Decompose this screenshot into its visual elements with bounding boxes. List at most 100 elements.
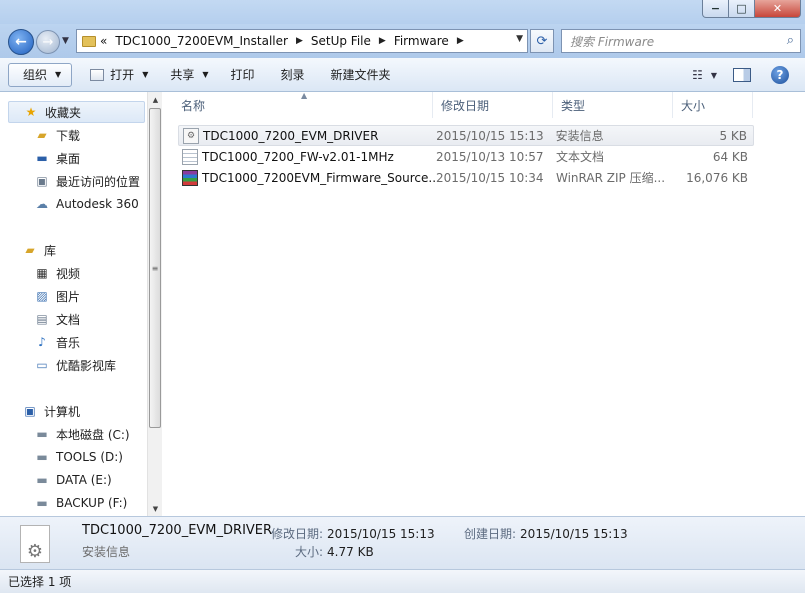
recent-pages-dropdown[interactable]: ▼	[62, 36, 69, 46]
video-icon: ▦	[36, 266, 48, 280]
organize-button[interactable]: 组织 ▼	[8, 62, 73, 87]
table-row[interactable]: TDC1000_7200EVM_Firmware_Source... 2015/…	[178, 167, 754, 188]
details-modified-label: 修改日期:	[271, 527, 324, 541]
sidebar-item-computer[interactable]: ▣ 计算机	[22, 400, 80, 422]
winrar-archive-icon	[182, 169, 198, 186]
breadcrumb-separator-icon[interactable]: ▶	[457, 36, 464, 46]
sort-ascending-icon: ▲	[301, 91, 308, 100]
sidebar-item-videos[interactable]: ▦ 视频	[34, 262, 80, 284]
scroll-down-icon[interactable]: ▼	[148, 501, 163, 516]
details-size-label: 大小:	[295, 545, 324, 559]
file-size: 64 KB	[712, 149, 748, 164]
sidebar-item-label: 收藏夹	[45, 105, 82, 120]
organize-label: 组织	[23, 68, 48, 82]
sidebar-item-favorites[interactable]: ★ 收藏夹	[8, 101, 145, 123]
sidebar-item-music[interactable]: ♪ 音乐	[34, 331, 80, 353]
chevron-down-icon: ▼	[202, 70, 209, 79]
breadcrumb-item-installer[interactable]: TDC1000_7200EVM_Installer	[115, 34, 288, 48]
open-label: 打开	[110, 68, 135, 82]
sidebar-item-youku-library[interactable]: ▭ 优酷影视库	[34, 354, 116, 376]
column-header-type[interactable]: 类型	[553, 92, 673, 118]
maximize-button[interactable]: □	[729, 0, 755, 18]
file-size: 16,076 KB	[686, 170, 748, 185]
sidebar-item-pictures[interactable]: ▨ 图片	[34, 285, 80, 307]
sidebar-item-downloads[interactable]: ▰ 下载	[34, 124, 80, 146]
sidebar-item-label: 图片	[56, 289, 81, 304]
minimize-button[interactable]: −	[702, 0, 729, 18]
pictures-icon: ▨	[36, 289, 48, 303]
search-placeholder: 搜索 Firmware	[570, 34, 655, 49]
sidebar-item-drive-c[interactable]: ▬ 本地磁盘 (C:)	[34, 423, 129, 445]
column-headers: 名称 ▲ 修改日期 类型 大小	[163, 91, 805, 118]
sidebar-item-drive-d[interactable]: ▬ TOOLS (D:)	[34, 446, 123, 468]
address-bar[interactable]: « TDC1000_7200EVM_Installer ▶ SetUp File…	[76, 29, 528, 53]
breadcrumb-separator-icon[interactable]: ▶	[379, 36, 386, 46]
breadcrumb-separator-icon[interactable]: ▶	[296, 36, 303, 46]
file-name: TDC1000_7200_FW-v2.01-1MHz	[202, 149, 394, 164]
sidebar-item-desktop[interactable]: ▬ 桌面	[34, 147, 80, 169]
help-icon[interactable]: ?	[771, 66, 789, 84]
close-button[interactable]: ✕	[755, 0, 801, 18]
details-size: 大小: 4.77 KB	[295, 543, 374, 560]
desktop-icon: ▬	[36, 151, 48, 165]
details-view-icon: ☷	[692, 68, 703, 82]
title-bar: − □ ✕	[0, 0, 805, 24]
file-name: TDC1000_7200_EVM_DRIVER	[203, 128, 379, 143]
sidebar-item-recent-places[interactable]: ▣ 最近访问的位置	[34, 170, 140, 192]
drive-icon: ▬	[36, 450, 48, 464]
sidebar-item-label: 桌面	[56, 151, 81, 166]
sidebar-item-autodesk-360[interactable]: ☁ Autodesk 360	[34, 193, 139, 215]
sidebar-item-label: 最近访问的位置	[56, 174, 141, 189]
drive-icon: ▬	[36, 473, 48, 487]
navigation-scrollbar[interactable]: ▲ ≡ ▼	[147, 92, 162, 516]
table-row[interactable]: ⚙ TDC1000_7200_EVM_DRIVER 2015/10/15 15:…	[178, 125, 754, 146]
details-file-name: TDC1000_7200_EVM_DRIVER	[82, 523, 273, 538]
print-button[interactable]: 打印	[223, 63, 263, 87]
back-button[interactable]: ←	[8, 29, 34, 55]
text-document-icon	[182, 148, 198, 165]
sidebar-item-documents[interactable]: ▤ 文档	[34, 308, 80, 330]
details-created-value: 2015/10/15 15:13	[520, 527, 628, 541]
sidebar-item-label: DATA (E:)	[56, 473, 112, 487]
scrollbar-thumb[interactable]: ≡	[149, 108, 161, 428]
chevron-down-icon: ▼	[710, 70, 717, 80]
refresh-button[interactable]: ⟳	[530, 29, 554, 53]
file-list: 名称 ▲ 修改日期 类型 大小 ⚙ TDC1000_7200_EVM_DRIVE…	[163, 91, 805, 516]
breadcrumb-item-setup-file[interactable]: SetUp File	[311, 34, 371, 48]
sidebar-item-label: BACKUP (F:)	[56, 496, 128, 510]
music-icon: ♪	[38, 335, 46, 349]
details-file-type: 安装信息	[82, 545, 131, 559]
file-name-cell: TDC1000_7200EVM_Firmware_Source...	[178, 169, 436, 186]
sidebar-item-libraries[interactable]: ▰ 库	[22, 239, 56, 261]
recent-places-icon: ▣	[36, 174, 48, 188]
share-label: 共享	[170, 68, 195, 82]
open-button[interactable]: 打开 ▼	[82, 63, 156, 87]
column-header-size[interactable]: 大小	[673, 92, 753, 118]
table-row[interactable]: TDC1000_7200_FW-v2.01-1MHz 2015/10/13 10…	[178, 146, 754, 167]
breadcrumb-item-firmware[interactable]: Firmware	[394, 34, 449, 48]
library-icon: ▰	[25, 243, 35, 257]
file-name-cell: ⚙ TDC1000_7200_EVM_DRIVER	[179, 127, 436, 144]
preview-pane-icon[interactable]	[733, 68, 751, 82]
column-header-name[interactable]: 名称 ▲	[163, 91, 433, 118]
star-icon: ★	[25, 105, 37, 119]
address-history-dropdown[interactable]: ▼	[516, 34, 523, 44]
breadcrumb-overflow[interactable]: «	[100, 34, 107, 48]
search-icon[interactable]: ⌕	[787, 33, 794, 48]
downloads-folder-icon: ▰	[37, 128, 47, 142]
documents-icon: ▤	[36, 312, 48, 326]
sidebar-item-drive-f[interactable]: ▬ BACKUP (F:)	[34, 492, 127, 514]
computer-icon: ▣	[24, 404, 36, 418]
sidebar-item-label: 音乐	[56, 335, 81, 350]
forward-button[interactable]: →	[36, 30, 60, 54]
burn-button[interactable]: 刻录	[273, 63, 313, 87]
change-view-button[interactable]: ☷ ▼	[692, 68, 717, 82]
sidebar-item-drive-e[interactable]: ▬ DATA (E:)	[34, 469, 112, 491]
scroll-up-icon[interactable]: ▲	[148, 92, 163, 107]
share-button[interactable]: 共享 ▼	[162, 63, 216, 87]
column-header-date[interactable]: 修改日期	[433, 92, 553, 118]
details-created-label: 创建日期:	[464, 527, 517, 541]
search-input[interactable]: 搜索 Firmware ⌕	[561, 29, 801, 53]
new-folder-button[interactable]: 新建文件夹	[323, 63, 399, 87]
sidebar-item-label: 视频	[56, 266, 81, 281]
